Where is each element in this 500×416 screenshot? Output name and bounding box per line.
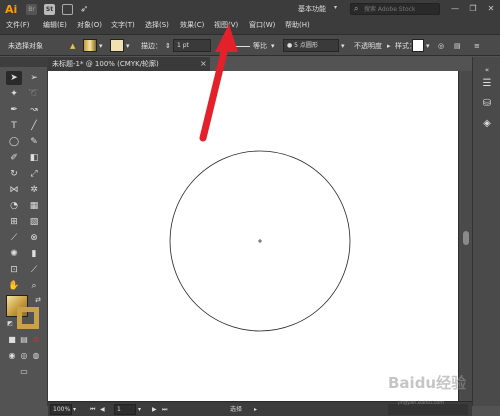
layers-icon[interactable]: ◈ [480, 117, 494, 131]
chevron-down-icon[interactable]: ▾ [73, 404, 76, 415]
chevron-right-icon[interactable]: ▸ [254, 404, 257, 415]
artboard-number[interactable]: 1 [114, 404, 136, 415]
last-artboard-icon[interactable]: ⏭ [162, 404, 167, 415]
previous-artboard-icon[interactable]: ◀ [100, 404, 105, 415]
watermark-logo: Baidu经验 [388, 374, 467, 392]
first-artboard-icon[interactable]: ⏮ [90, 404, 95, 415]
cc-libraries-icon[interactable]: ⛁ [480, 97, 494, 111]
zoom-level[interactable]: 100% [50, 404, 72, 415]
arrow-head [215, 24, 238, 52]
current-tool-label[interactable]: 选择 [230, 404, 242, 415]
chevron-down-icon[interactable]: ▾ [138, 404, 141, 415]
scrollbar-thumb[interactable] [463, 231, 469, 245]
watermark-url: jingyan.baidu.com [398, 400, 445, 406]
collapse-icon[interactable]: « [480, 63, 494, 77]
annotation-arrow [199, 24, 238, 142]
vertical-scrollbar[interactable] [458, 71, 472, 401]
panel-dock: « ☰ ⛁ ◈ [472, 57, 500, 406]
arrow-shaft [199, 40, 230, 142]
properties-icon[interactable]: ☰ [480, 77, 494, 91]
next-artboard-icon[interactable]: ▶ [152, 404, 157, 415]
